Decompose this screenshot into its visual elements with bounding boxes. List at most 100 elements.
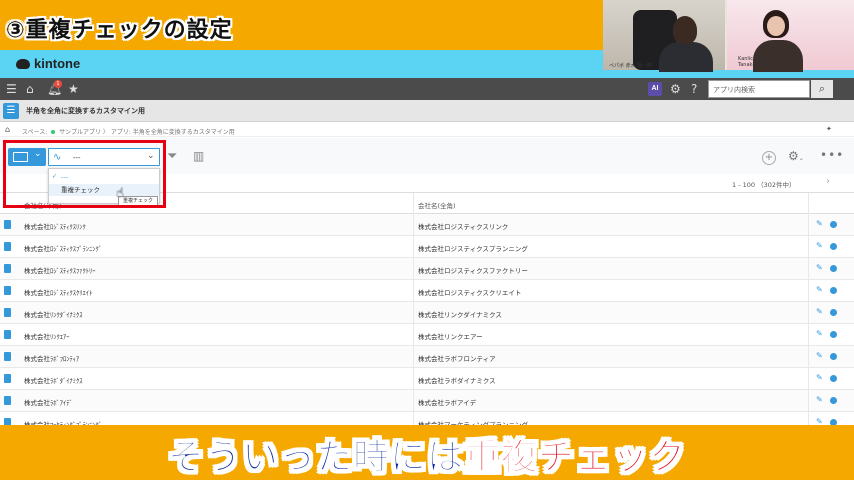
table-row[interactable]: 株式会社ﾘﾝｸｴｱｰ 株式会社リンクエアー ✎ [0,324,854,346]
record-detail-icon[interactable] [4,330,11,339]
column-divider [808,236,809,258]
settings-gear-icon[interactable]: ⚙⌄ [788,149,804,163]
filter-icon[interactable]: ⏷ [167,149,177,164]
column-divider [413,412,414,425]
table-row[interactable]: 株式会社ﾛｼﾞｽﾃｨｸｽﾘﾝｸ 株式会社ロジスティクスリンク ✎ [0,214,854,236]
table-row[interactable]: 株式会社ﾛｼﾞｽﾃｨｸｽﾌﾟﾗﾝﾆﾝｸﾞ 株式会社ロジスティクスプランニング ✎ [0,236,854,258]
cell-company-fullwidth: 株式会社ラボフロンティア [418,355,496,363]
ai-button[interactable]: AI [648,82,662,96]
bar-chart-icon[interactable]: ▥ [193,149,204,163]
delete-icon[interactable] [830,397,837,404]
edit-icon[interactable]: ✎ [816,329,823,338]
delete-icon[interactable] [830,309,837,316]
edit-icon[interactable]: ✎ [816,219,823,228]
edit-icon[interactable]: ✎ [816,263,823,272]
edit-icon[interactable]: ✎ [816,373,823,382]
edit-icon[interactable]: ✎ [816,307,823,316]
presenter-2-face [767,16,785,36]
record-detail-icon[interactable] [4,418,11,425]
app-title: 半角を全角に変換するカスタマイン用 [26,107,145,115]
record-detail-icon[interactable] [4,264,11,273]
edit-icon[interactable]: ✎ [816,395,823,404]
subtitle-normal-text: そういった時には [167,437,464,479]
column-divider [808,280,809,302]
table-body: 株式会社ﾛｼﾞｽﾃｨｸｽﾘﾝｸ 株式会社ロジスティクスリンク ✎ 株式会社ﾛｼﾞｽﾃｨ… [0,214,854,425]
column-divider [808,258,809,280]
cell-company-halfwidth: 株式会社ﾛｼﾞｽﾃｨｸｽﾘﾝｸ [24,223,86,231]
cell-company-halfwidth: 株式会社ﾛｼﾞｽﾃｨｸｽﾌﾟﾗﾝﾆﾝｸﾞ [24,245,102,253]
record-detail-icon[interactable] [4,308,11,317]
column-divider [413,324,414,346]
cell-company-fullwidth: 株式会社リンクダイナミクス [418,311,502,319]
app-icon[interactable]: ☰ [3,103,19,119]
column-divider [808,214,809,236]
breadcrumb-space-label: スペース: [22,129,48,136]
edit-icon[interactable]: ✎ [816,417,823,425]
table-row[interactable]: 株式会社ﾏｰｹﾃｨﾝｸﾞﾌﾟﾗﾝﾆﾝｸﾞ 株式会社マーケティングプランニング ✎ [0,412,854,425]
presenter-1-head [673,16,697,44]
search-icon[interactable]: ⌕ [811,80,833,98]
delete-icon[interactable] [830,265,837,272]
next-page-icon[interactable]: › [826,176,830,187]
record-detail-icon[interactable] [4,242,11,251]
menu-icon[interactable]: ☰ [6,82,17,96]
record-detail-icon[interactable] [4,220,11,229]
record-detail-icon[interactable] [4,286,11,295]
column-divider [413,346,414,368]
table-row[interactable]: 株式会社ﾗﾎﾞﾌﾛﾝﾃｨｱ 株式会社ラボフロンティア ✎ [0,346,854,368]
record-detail-icon[interactable] [4,396,11,405]
table-row[interactable]: 株式会社ﾗﾎﾞｱｲﾃﾞ 株式会社ラボアイデ ✎ [0,390,854,412]
record-detail-icon[interactable] [4,374,11,383]
subtitle: そういった時には重複チェック [0,428,854,480]
edit-icon[interactable]: ✎ [816,351,823,360]
cell-company-halfwidth: 株式会社ﾘﾝｸｴｱｰ [24,333,70,341]
delete-icon[interactable] [830,353,837,360]
delete-icon[interactable] [830,375,837,382]
gear-icon[interactable]: ⚙ [670,82,681,96]
help-icon[interactable]: ? [691,82,697,96]
red-highlight-box [3,140,166,208]
app-search-input[interactable]: アプリ内検索 [708,80,810,98]
cell-company-halfwidth: 株式会社ﾗﾎﾞﾀﾞｲﾅﾐｸｽ [24,377,83,385]
column-divider [413,236,414,258]
webcam-left-caption: ペパボ 赤木 陽一郎 [609,63,653,69]
edit-icon[interactable]: ✎ [816,285,823,294]
cell-company-halfwidth: 株式会社ﾗﾎﾞｱｲﾃﾞ [24,399,73,407]
star-icon[interactable]: ★ [68,82,79,96]
cell-company-fullwidth: 株式会社ロジスティクスファクトリー [418,267,528,275]
presenter-1-body [659,42,713,72]
delete-icon[interactable] [830,243,837,250]
breadcrumb: ⌂ スペース: サンプルアプリ 〉 アプリ: 半角を全角に変換するカスタマイン用… [0,123,854,137]
table-row[interactable]: 株式会社ﾘﾝｸﾀﾞｲﾅﾐｸｽ 株式会社リンクダイナミクス ✎ [0,302,854,324]
table-row[interactable]: 株式会社ﾛｼﾞｽﾃｨｸｽﾌｧｸﾄﾘｰ 株式会社ロジスティクスファクトリー ✎ [0,258,854,280]
delete-icon[interactable] [830,331,837,338]
column-header-fullwidth[interactable]: 会社名(全角) [418,200,456,210]
home-icon[interactable]: ⌂ [26,82,34,96]
subtitle-accent-text: 重複チェック [463,437,687,479]
breadcrumb-app-link[interactable]: アプリ: 半角を全角に変換するカスタマイン用 [111,129,235,136]
pin-icon[interactable]: ✦ [826,125,832,133]
space-status-icon [51,130,56,134]
delete-icon[interactable] [830,287,837,294]
record-detail-icon[interactable] [4,352,11,361]
home-icon[interactable]: ⌂ [5,125,10,134]
cell-company-halfwidth: 株式会社ﾛｼﾞｽﾃｨｸｽｸﾘｴｲﾄ [24,289,93,297]
edit-icon[interactable]: ✎ [816,241,823,250]
column-divider [413,302,414,324]
breadcrumb-space-link[interactable]: サンプルアプリ [59,129,101,136]
cell-company-fullwidth: 株式会社ラボダイナミクス [418,377,496,385]
brand-name: kintone [34,56,81,71]
table-row[interactable]: 株式会社ﾛｼﾞｽﾃｨｸｽｸﾘｴｲﾄ 株式会社ロジスティクスクリエイト ✎ [0,280,854,302]
column-divider [413,214,414,236]
add-record-button[interactable]: + [762,151,776,165]
notification-badge: 1 [54,80,62,88]
column-divider [808,346,809,368]
cell-company-halfwidth: 株式会社ﾗﾎﾞﾌﾛﾝﾃｨｱ [24,355,80,363]
cell-company-fullwidth: 株式会社ロジスティクスクリエイト [418,289,522,297]
more-options-icon[interactable]: ••• [820,148,844,162]
delete-icon[interactable] [830,221,837,228]
cell-company-halfwidth: 株式会社ﾛｼﾞｽﾃｨｸｽﾌｧｸﾄﾘｰ [24,267,96,275]
cell-company-fullwidth: 株式会社ロジスティクスプランニング [418,245,528,253]
pagination-info: 1 - 100 （302件中） [732,181,796,189]
table-row[interactable]: 株式会社ﾗﾎﾞﾀﾞｲﾅﾐｸｽ 株式会社ラボダイナミクス ✎ [0,368,854,390]
